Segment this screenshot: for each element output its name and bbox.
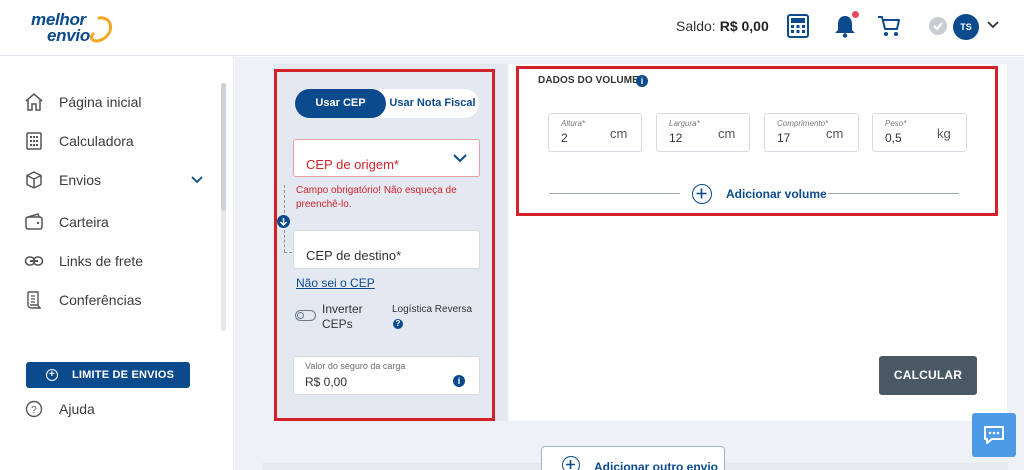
toggle-knob [297, 312, 304, 319]
calcular-button[interactable]: CALCULAR [879, 356, 977, 395]
plus-circle-icon: + [46, 369, 58, 381]
chevron-down-icon[interactable] [453, 153, 467, 163]
peso-label: Peso* [885, 119, 907, 128]
sidebar-scrollbar-thumb[interactable] [221, 83, 226, 211]
balance-value: R$ 0,00 [719, 18, 769, 34]
user-avatar[interactable]: TS [953, 14, 979, 40]
sidebar-item-label: Ajuda [59, 401, 95, 417]
sidebar-item-links-de-frete[interactable]: Links de frete [24, 249, 143, 273]
sidebar-item-carteira[interactable]: Carteira [24, 210, 109, 234]
logistica-reversa-label: Logística Reversa [392, 304, 473, 315]
svg-text:?: ? [31, 405, 37, 416]
nao-sei-cep-link[interactable]: Não sei o CEP [296, 276, 375, 290]
verified-icon [929, 17, 947, 35]
sidebar-item-ajuda[interactable]: ? Ajuda [24, 397, 95, 421]
balance-label: Saldo: [676, 18, 716, 34]
divider-line [828, 193, 959, 194]
chevron-down-icon[interactable] [987, 20, 999, 30]
sidebar-item-calculadora[interactable]: Calculadora [24, 129, 134, 153]
home-icon [24, 92, 44, 112]
bell-icon[interactable] [834, 14, 856, 38]
balance-display: Saldo: R$ 0,00 [676, 18, 769, 34]
info-icon[interactable]: i [636, 75, 648, 87]
document-icon [24, 290, 44, 310]
valor-seguro-label: Valor do seguro da carga [305, 361, 406, 371]
cep-origem-placeholder: CEP de origem* [306, 157, 399, 172]
adicionar-volume-button[interactable]: Adicionar volume [726, 187, 827, 201]
info-icon[interactable]: i [453, 375, 465, 387]
route-connector [284, 185, 285, 213]
wallet-icon [24, 212, 44, 232]
tab-usar-nota-fiscal[interactable]: Usar Nota Fiscal [386, 89, 479, 118]
sidebar-scrollbar[interactable] [221, 83, 226, 331]
comprimento-label: Comprimento* [777, 119, 829, 128]
inverter-line2: CEPs [322, 317, 353, 331]
sidebar-item-home[interactable]: Página inicial [24, 90, 142, 114]
help-info-icon[interactable]: ? [393, 319, 403, 329]
help-icon: ? [24, 399, 44, 419]
logo-swoosh-icon [89, 16, 112, 43]
sidebar: Página inicial Calculadora Envios Cartei… [0, 57, 234, 470]
altura-value: 2 [561, 131, 568, 145]
arrow-down-icon [277, 215, 290, 228]
inverter-ceps-label: Inverter CEPs [322, 302, 363, 332]
cep-destino-placeholder: CEP de destino* [306, 248, 402, 263]
sidebar-item-conferencias[interactable]: Conferências [24, 288, 142, 312]
notification-dot [852, 11, 859, 18]
inverter-line1: Inverter [322, 302, 363, 316]
altura-unit: cm [610, 126, 628, 141]
sidebar-item-label: Calculadora [59, 133, 134, 149]
sidebar-item-label: Conferências [59, 292, 142, 308]
sidebar-item-label: Links de frete [59, 253, 144, 269]
largura-label: Largura* [669, 119, 700, 128]
chat-button[interactable] [972, 413, 1016, 457]
comprimento-value: 17 [777, 131, 791, 145]
inverter-ceps-toggle[interactable] [295, 310, 316, 321]
sidebar-item-label: Carteira [59, 214, 109, 230]
limite-de-envios-button[interactable]: + LIMITE DE ENVIOS [26, 362, 190, 388]
calculator-icon [24, 131, 44, 151]
peso-unit: kg [937, 126, 951, 141]
route-connector [284, 230, 285, 252]
largura-value: 12 [669, 131, 683, 145]
divider-line [549, 193, 680, 194]
comprimento-unit: cm [826, 126, 844, 141]
plus-circle-icon[interactable] [692, 184, 712, 204]
sidebar-item-envios[interactable]: Envios [24, 168, 101, 192]
cart-icon[interactable] [877, 15, 901, 37]
peso-value: 0,5 [885, 131, 902, 145]
largura-unit: cm [718, 126, 736, 141]
route-connector [284, 252, 292, 253]
plus-circle-icon [562, 456, 580, 470]
search-mode-toggle: Usar CEP Usar Nota Fiscal [295, 89, 479, 118]
link-icon [24, 251, 44, 271]
altura-label: Altura* [561, 119, 586, 128]
dados-do-volume-title: DADOS DO VOLUME [538, 75, 639, 86]
valor-seguro-value: R$ 0,00 [305, 375, 348, 389]
adicionar-outro-envio-button[interactable]: Adicionar outro envio [541, 446, 725, 470]
sidebar-item-label: Página inicial [59, 94, 142, 110]
top-header: melhor envio Saldo: R$ 0,00 TS [0, 0, 1024, 56]
adicionar-outro-envio-label: Adicionar outro envio [594, 460, 719, 470]
calculator-icon[interactable] [787, 14, 809, 38]
sidebar-item-label: Envios [59, 172, 102, 188]
tab-usar-cep[interactable]: Usar CEP [295, 89, 386, 118]
box-icon [24, 170, 44, 190]
limite-de-envios-label: LIMITE DE ENVIOS [72, 369, 175, 381]
chevron-down-icon[interactable] [191, 175, 203, 185]
melhor-envio-logo[interactable]: melhor envio [31, 10, 112, 45]
cep-origem-error: Campo obrigatório! Não esqueça de preenc… [296, 185, 457, 210]
chat-icon [984, 426, 1004, 444]
